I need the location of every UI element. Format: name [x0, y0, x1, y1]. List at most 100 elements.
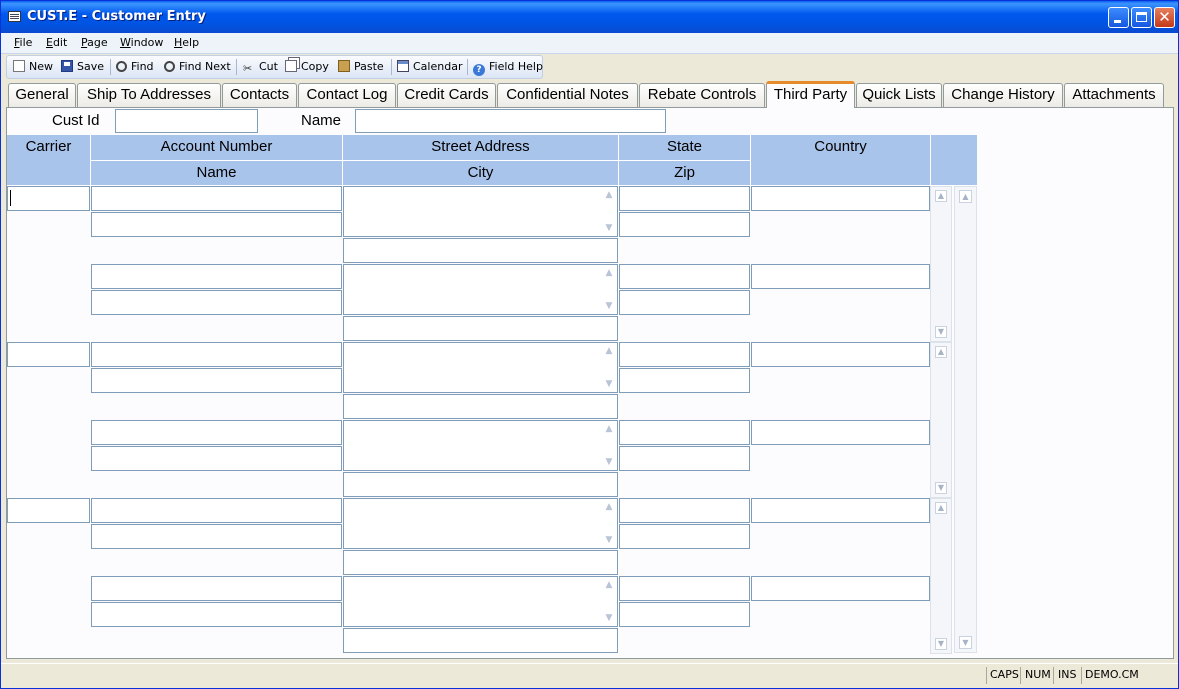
account-number-input[interactable]	[91, 186, 342, 211]
country-input[interactable]	[751, 576, 930, 601]
cut-button[interactable]: ✂ Cut	[243, 60, 278, 75]
menu-file[interactable]: File	[14, 36, 32, 49]
paste-button[interactable]: Paste	[338, 60, 384, 73]
city-input[interactable]	[343, 238, 618, 263]
account-name-input[interactable]	[91, 602, 342, 627]
menu-edit[interactable]: Edit	[46, 36, 67, 49]
scroll-down-icon[interactable]: ▼	[603, 612, 615, 624]
city-input[interactable]	[343, 628, 618, 653]
maximize-button[interactable]	[1131, 7, 1152, 28]
country-input[interactable]	[751, 498, 930, 523]
calendar-button[interactable]: Calendar	[397, 60, 462, 73]
scroll-up-icon[interactable]: ▲	[603, 267, 615, 279]
scroll-down-icon[interactable]: ▼	[935, 482, 947, 494]
street-address-textarea[interactable]: ▲ ▼	[343, 342, 618, 393]
close-button[interactable]: ✕	[1154, 7, 1175, 28]
tab-contact-log[interactable]: Contact Log	[298, 83, 396, 107]
city-input[interactable]	[343, 316, 618, 341]
account-name-input[interactable]	[91, 368, 342, 393]
account-number-input[interactable]	[91, 576, 342, 601]
tab-credit-cards[interactable]: Credit Cards	[397, 83, 496, 107]
scroll-down-icon[interactable]: ▼	[603, 300, 615, 312]
tab-third-party[interactable]: Third Party	[766, 81, 855, 108]
state-input[interactable]	[619, 264, 750, 289]
tab-ship-to-addresses[interactable]: Ship To Addresses	[77, 83, 221, 107]
menu-window[interactable]: Window	[120, 36, 163, 49]
scroll-down-icon[interactable]: ▼	[959, 636, 972, 649]
carrier-input[interactable]	[7, 498, 90, 523]
state-input[interactable]	[619, 186, 750, 211]
scroll-up-icon[interactable]: ▲	[603, 579, 615, 591]
find-button[interactable]: Find	[116, 60, 154, 73]
scroll-down-icon[interactable]: ▼	[603, 534, 615, 546]
zip-input[interactable]	[619, 290, 750, 315]
state-input[interactable]	[619, 498, 750, 523]
scroll-up-icon[interactable]: ▲	[603, 189, 615, 201]
street-address-textarea[interactable]: ▲ ▼	[343, 420, 618, 471]
carrier-input[interactable]	[7, 342, 90, 367]
account-name-input[interactable]	[91, 212, 342, 237]
country-input[interactable]	[751, 420, 930, 445]
title-bar[interactable]: CUST.E - Customer Entry ✕	[1, 1, 1178, 33]
zip-input[interactable]	[619, 368, 750, 393]
zip-input[interactable]	[619, 212, 750, 237]
account-number-input[interactable]	[91, 420, 342, 445]
scroll-up-icon[interactable]: ▲	[603, 501, 615, 513]
minimize-button[interactable]	[1108, 7, 1129, 28]
scroll-up-icon[interactable]: ▲	[603, 345, 615, 357]
country-input[interactable]	[751, 342, 930, 367]
field-help-button[interactable]: ? Field Help	[473, 60, 543, 76]
name-input[interactable]	[355, 109, 666, 133]
city-input[interactable]	[343, 472, 618, 497]
state-input[interactable]	[619, 420, 750, 445]
street-address-textarea[interactable]: ▲ ▼	[343, 186, 618, 237]
copy-button[interactable]: Copy	[285, 60, 329, 73]
tab-change-history[interactable]: Change History	[943, 83, 1063, 107]
scroll-up-icon[interactable]: ▲	[603, 423, 615, 435]
scroll-up-icon[interactable]: ▲	[935, 190, 947, 202]
tab-general[interactable]: General	[8, 83, 76, 107]
account-name-input[interactable]	[91, 446, 342, 471]
tab-contacts[interactable]: Contacts	[222, 83, 297, 107]
account-number-input[interactable]	[91, 498, 342, 523]
account-number-input[interactable]	[91, 342, 342, 367]
country-input[interactable]	[751, 186, 930, 211]
country-input[interactable]	[751, 264, 930, 289]
row-scrollbar[interactable]: ▲ ▼	[930, 186, 952, 342]
tab-rebate-controls[interactable]: Rebate Controls	[639, 83, 765, 107]
menu-help[interactable]: Help	[174, 36, 199, 49]
row-scrollbar[interactable]: ▲ ▼	[930, 342, 952, 498]
scroll-down-icon[interactable]: ▼	[935, 326, 947, 338]
tab-attachments[interactable]: Attachments	[1064, 83, 1164, 107]
street-address-textarea[interactable]: ▲ ▼	[343, 498, 618, 549]
account-number-input[interactable]	[91, 264, 342, 289]
tab-quick-lists[interactable]: Quick Lists	[856, 83, 942, 107]
save-button[interactable]: Save	[61, 60, 104, 73]
account-name-input[interactable]	[91, 524, 342, 549]
street-address-textarea[interactable]: ▲ ▼	[343, 264, 618, 315]
state-input[interactable]	[619, 576, 750, 601]
grid-vertical-scrollbar[interactable]: ▲ ▼	[954, 186, 977, 653]
account-name-input[interactable]	[91, 290, 342, 315]
city-input[interactable]	[343, 394, 618, 419]
cust-id-input[interactable]	[115, 109, 258, 133]
state-input[interactable]	[619, 342, 750, 367]
zip-input[interactable]	[619, 446, 750, 471]
tab-confidential-notes[interactable]: Confidential Notes	[497, 83, 638, 107]
carrier-input[interactable]	[7, 186, 90, 211]
menu-page[interactable]: Page	[81, 36, 108, 49]
row-scrollbar[interactable]: ▲ ▼	[930, 498, 952, 654]
scroll-down-icon[interactable]: ▼	[935, 638, 947, 650]
scroll-down-icon[interactable]: ▼	[603, 222, 615, 234]
scroll-up-icon[interactable]: ▲	[935, 502, 947, 514]
find-next-button[interactable]: Find Next	[164, 60, 231, 73]
scroll-down-icon[interactable]: ▼	[603, 378, 615, 390]
city-input[interactable]	[343, 550, 618, 575]
new-button[interactable]: New	[13, 60, 53, 73]
zip-input[interactable]	[619, 602, 750, 627]
zip-input[interactable]	[619, 524, 750, 549]
scroll-up-icon[interactable]: ▲	[959, 190, 972, 203]
scroll-down-icon[interactable]: ▼	[603, 456, 615, 468]
street-address-textarea[interactable]: ▲ ▼	[343, 576, 618, 627]
scroll-up-icon[interactable]: ▲	[935, 346, 947, 358]
